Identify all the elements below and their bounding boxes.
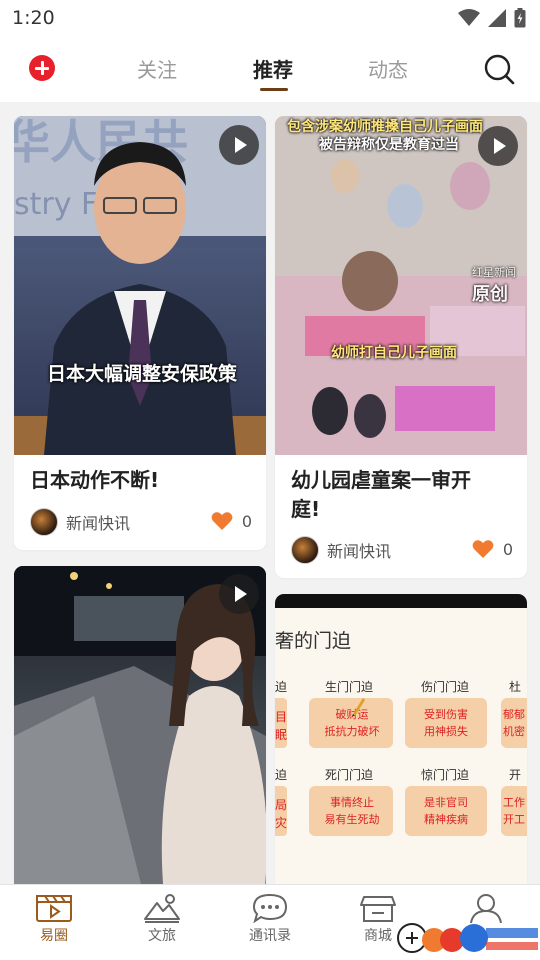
battery-icon [514, 8, 526, 28]
nav-label: 易圈 [40, 928, 68, 944]
heart-icon[interactable] [472, 539, 494, 559]
top-nav: 关注 推荐 动态 [0, 36, 540, 102]
board-heading: 奢的门迫 [275, 630, 352, 652]
play-icon[interactable] [219, 574, 259, 614]
tab-moments[interactable]: 动态 [368, 54, 408, 83]
author-name: 新闻快讯 [66, 514, 131, 533]
create-post-button[interactable] [29, 55, 55, 81]
board-note: 工作 开工 [503, 796, 525, 826]
avatar[interactable] [291, 536, 319, 564]
feed-card[interactable]: 包含涉案幼师推搡自己儿子画面 被告辩称仅是教育过当 红星新闻 原创 幼师打自己儿… [275, 116, 527, 578]
video-caption-mid: 幼师打自己儿子画面 [331, 345, 457, 361]
board-left-cell: 迫 [275, 680, 288, 694]
feed-card[interactable]: 华人民共 stry Fore 日本大幅调整安保政策 日本动作不断! 新闻快讯 0 [14, 116, 266, 550]
cell-signal-icon [488, 9, 506, 27]
pencil-icon [352, 698, 365, 716]
thumbnail-top-bar [275, 594, 527, 608]
video-watermark: 红星新闻 [472, 266, 516, 279]
feed-card[interactable]: 奢的门迫 迫 目 眠 生门门迫 破财运 抵抗力破坏 伤门门迫 受到伤害 用神损失… [275, 594, 527, 896]
board-cell-label: 惊门门迫 [421, 768, 470, 782]
card-title-line2[interactable]: 庭! [291, 495, 320, 524]
nav-label: 文旅 [148, 928, 176, 944]
search-icon[interactable] [483, 53, 515, 85]
play-icon[interactable] [219, 125, 259, 165]
video-caption-top: 包含涉案幼师推搡自己儿子画面 [287, 119, 483, 135]
card-title[interactable]: 日本动作不断! [30, 466, 159, 495]
like-button[interactable]: 0 [211, 511, 252, 531]
status-icons [458, 8, 526, 28]
board-note: 郁郁 机密 [503, 708, 525, 738]
avatar[interactable] [30, 508, 58, 536]
heart-icon[interactable] [211, 511, 233, 531]
board-left-note: 目 [275, 710, 288, 724]
play-icon[interactable] [478, 126, 518, 166]
chat-bubble-icon [252, 893, 288, 923]
feed-card[interactable] [14, 566, 266, 896]
board-left-note: 眠 [275, 728, 288, 742]
video-caption: 日本大幅调整安保政策 [47, 363, 238, 385]
board-cell-label: 生门门迫 [325, 680, 374, 694]
nav-item-travel[interactable]: 文旅 [122, 893, 202, 945]
like-button[interactable]: 0 [472, 539, 513, 559]
clapperboard-icon [36, 895, 72, 922]
card-author[interactable]: 新闻快讯 [30, 508, 130, 536]
like-count: 0 [502, 539, 513, 559]
board-note: 事情终止 易有生死劫 [324, 796, 380, 826]
board-cell-label: 伤门门迫 [421, 680, 470, 694]
like-count: 0 [241, 511, 252, 531]
board-note: 是非官司 精神疾病 [424, 796, 468, 826]
card-author[interactable]: 新闻快讯 [291, 536, 391, 564]
tab-follow[interactable]: 关注 [137, 54, 177, 83]
video-thumbnail[interactable]: 华人民共 stry Fore 日本大幅调整安保政策 [14, 116, 266, 455]
nav-item-contacts[interactable]: 通讯录 [230, 893, 310, 945]
status-bar: 1:20 [0, 0, 540, 36]
wifi-icon [458, 9, 480, 26]
status-time: 1:20 [12, 7, 55, 29]
video-watermark-original: 原创 [472, 284, 508, 305]
nav-label: 通讯录 [249, 928, 291, 944]
active-tab-indicator [260, 88, 288, 91]
video-thumbnail[interactable]: 包含涉案幼师推搡自己儿子画面 被告辩称仅是教育过当 红星新闻 原创 幼师打自己儿… [275, 116, 527, 455]
tab-recommended[interactable]: 推荐 [253, 54, 293, 83]
board-cell-label: 死门门迫 [325, 768, 374, 782]
video-thumbnail[interactable]: 奢的门迫 迫 目 眠 生门门迫 破财运 抵抗力破坏 伤门门迫 受到伤害 用神损失… [275, 594, 527, 896]
nav-item-circle[interactable]: 易圈 [14, 893, 94, 945]
card-title-line1[interactable]: 幼儿园虐童案一审开 [291, 466, 471, 495]
mountain-icon [144, 894, 180, 923]
board-note: 受到伤害 用神损失 [424, 708, 468, 738]
video-caption-sub: 被告辩称仅是教育过当 [319, 137, 459, 153]
street-night-image [14, 566, 266, 896]
author-name: 新闻快讯 [327, 542, 392, 561]
video-thumbnail[interactable] [14, 566, 266, 896]
board-left-note: 局 [275, 798, 288, 812]
board-left-note: 灾 [275, 816, 288, 830]
watermark-logo [397, 923, 538, 953]
press-conference-image: 华人民共 stry Fore [14, 116, 266, 455]
board-left-cell: 迫 [275, 768, 288, 782]
